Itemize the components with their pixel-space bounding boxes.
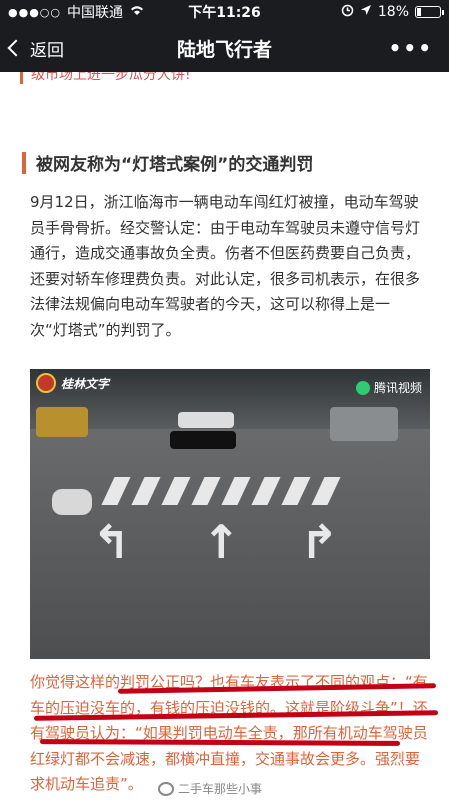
video-logo-text: 桂林文字 xyxy=(61,376,110,391)
battery-icon xyxy=(415,6,444,18)
more-options-button[interactable]: ••• xyxy=(389,36,449,60)
section-heading: 被网友称为“灯塔式案例”的交通判罚 xyxy=(22,150,313,175)
video-watermark: 腾讯视频 xyxy=(355,379,422,396)
battery-fill xyxy=(417,8,421,16)
road-arrow-up: ↑ xyxy=(202,515,241,569)
location-icon xyxy=(360,4,372,20)
video-logo: 桂林文字 xyxy=(36,373,109,393)
section-title: 被网友称为“灯塔式案例”的交通判罚 xyxy=(36,155,314,175)
nav-bar: 返回 陆地飞行者 ••• xyxy=(0,24,449,72)
weibo-icon xyxy=(158,781,174,796)
carrier-name: 中国联通 xyxy=(67,5,123,21)
wifi-icon xyxy=(129,4,145,20)
video-player[interactable]: ↰ ↑ ↱ 桂林文字 腾讯视频 xyxy=(30,369,430,659)
section-accent-bar xyxy=(22,151,26,174)
signal-strength: ●●●○○ xyxy=(8,5,61,19)
article-content[interactable]: 级市场上进一步瓜分大饼! 被网友称为“灯塔式案例”的交通判罚 9月12日，浙江临… xyxy=(0,72,449,800)
battery-percent: 18% xyxy=(377,4,409,20)
chevron-left-icon xyxy=(7,39,25,57)
video-watermark-text: 腾讯视频 xyxy=(373,381,422,395)
road-arrow-up-right: ↱ xyxy=(300,515,339,569)
tencent-video-icon xyxy=(355,380,370,395)
truck xyxy=(330,407,398,441)
white-car xyxy=(178,412,234,428)
status-bar: ●●●○○ 中国联通 下午11:26 18% xyxy=(0,0,449,24)
road-arrow-left: ↰ xyxy=(92,515,131,569)
article-paragraph: 9月12日，浙江临海市一辆电动车闯红灯被撞，电动车驾驶员手骨骨折。经交警认定：由… xyxy=(30,193,421,339)
page-title: 陆地飞行者 xyxy=(176,38,273,61)
previous-paragraph-fragment: 级市场上进一步瓜分大饼! xyxy=(20,72,420,84)
scooter xyxy=(52,489,92,515)
weibo-watermark: 二手车那些小事 xyxy=(158,780,262,797)
alarm-icon xyxy=(341,4,354,21)
weibo-watermark-text: 二手车那些小事 xyxy=(178,782,263,796)
back-label: 返回 xyxy=(30,40,64,61)
bus xyxy=(36,407,88,437)
clock: 下午11:26 xyxy=(188,5,261,21)
police-badge-icon xyxy=(36,373,56,393)
black-car xyxy=(170,431,236,449)
back-button[interactable]: 返回 xyxy=(0,36,64,61)
